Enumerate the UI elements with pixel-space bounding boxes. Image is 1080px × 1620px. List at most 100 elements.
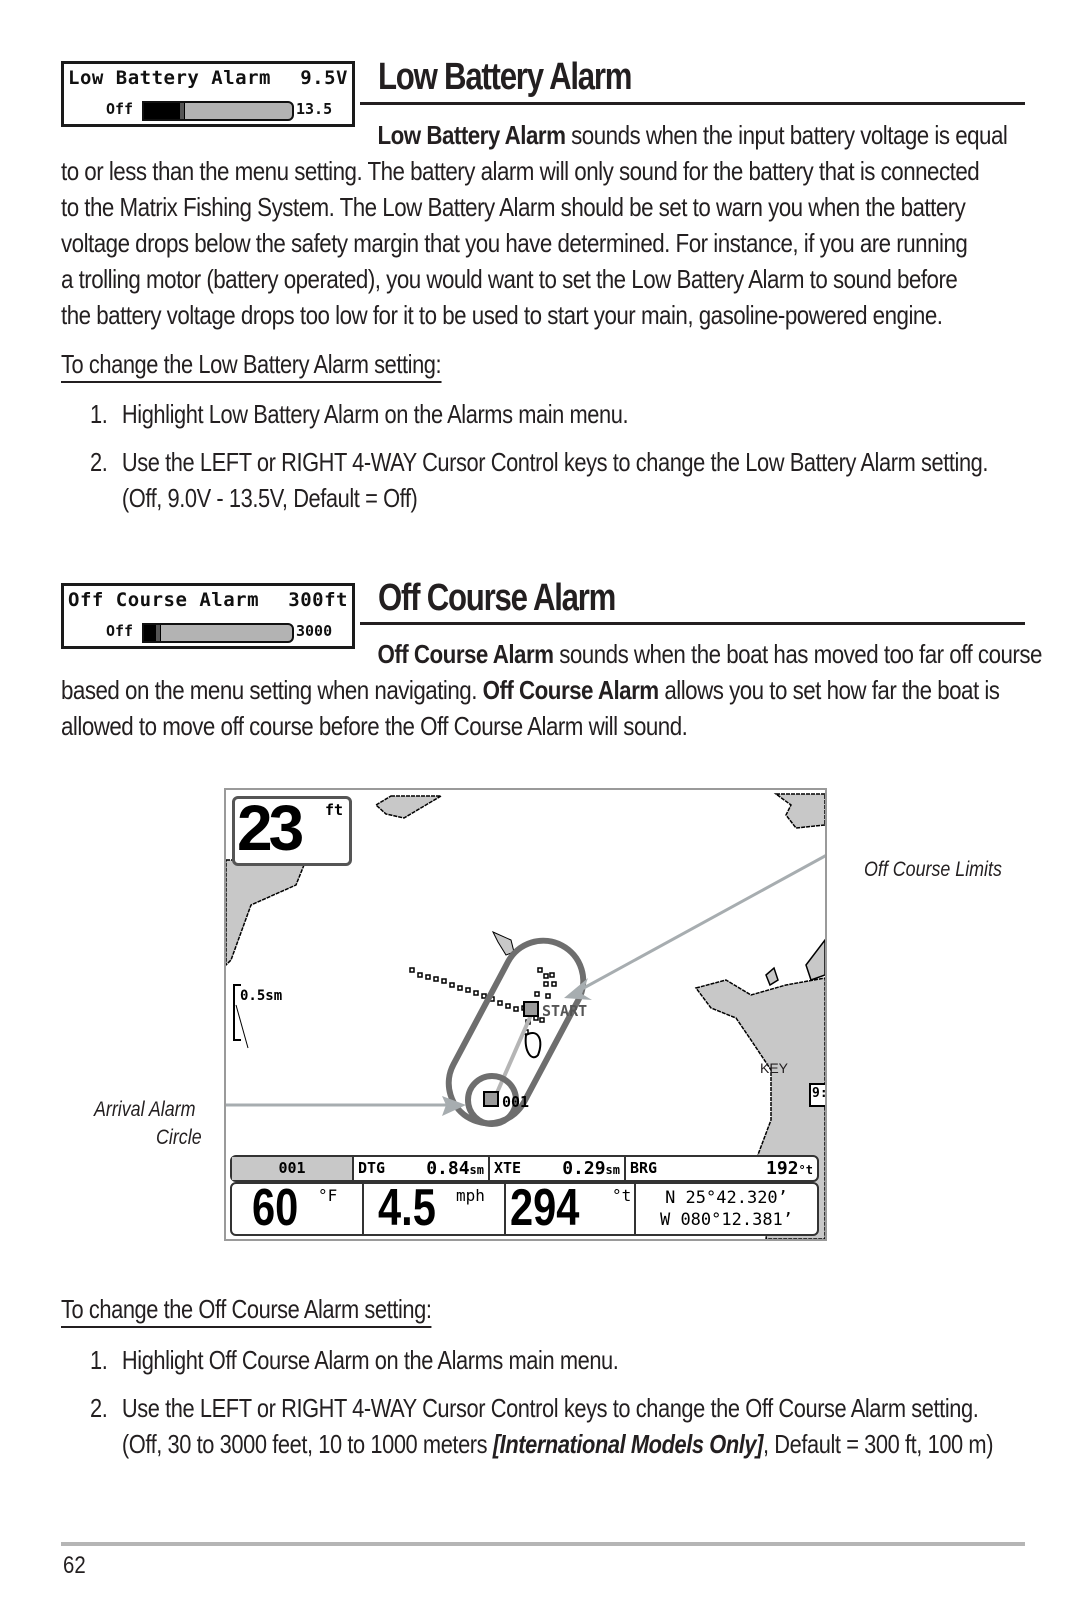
heading-unit: °t bbox=[612, 1186, 632, 1205]
longitude: W 080°12.381’ bbox=[659, 1210, 794, 1230]
speed-unit: mph bbox=[456, 1186, 485, 1205]
menu-value: 300ft bbox=[288, 589, 348, 611]
slider-max-label: 13.5 bbox=[296, 100, 333, 118]
heading-rule bbox=[360, 622, 1025, 625]
xte-value: 0.29 bbox=[562, 1158, 606, 1179]
step-number: 2. bbox=[90, 1393, 108, 1423]
body-line: a trolling motor (battery operated), you… bbox=[61, 264, 958, 294]
slider-min-label: Off bbox=[106, 100, 134, 118]
temp-value: 60 bbox=[252, 1179, 299, 1237]
intro-bold: Low Battery Alarm bbox=[377, 120, 566, 150]
intro-bold: Off Course Alarm bbox=[377, 639, 554, 669]
dtg-label: DTG bbox=[358, 1159, 386, 1177]
start-label: START bbox=[542, 1002, 588, 1020]
position-readout: N 25°42.320’ W 080°12.381’ bbox=[636, 1184, 817, 1234]
speed-readout: 4.5 mph bbox=[364, 1179, 506, 1237]
inline-bold-italic: [International Models Only] bbox=[492, 1429, 764, 1459]
body-line: based on the menu setting when navigatin… bbox=[61, 672, 1000, 708]
xte-unit: sm bbox=[605, 1163, 620, 1177]
coast-line bbox=[235, 1004, 249, 1049]
step-number: 2. bbox=[90, 447, 108, 477]
text: , Default = 300 ft, 100 m) bbox=[762, 1429, 994, 1459]
body-line: the battery voltage drops too low for it… bbox=[61, 300, 943, 330]
step-number: 1. bbox=[90, 399, 108, 429]
off-course-limits-callout: Off Course Limits bbox=[864, 858, 1002, 881]
start-marker bbox=[523, 1001, 539, 1017]
intro-rest: sounds when the input battery voltage is… bbox=[565, 120, 1008, 150]
depth-value: 23 bbox=[237, 792, 304, 864]
arrival-alarm-callout: Arrival Alarm bbox=[94, 1098, 196, 1121]
off-course-description: Off Course Alarm sounds when the boat ha… bbox=[61, 636, 1042, 744]
brg-unit: °t bbox=[798, 1163, 813, 1177]
dtg-value: 0.84 bbox=[426, 1158, 470, 1179]
step-item: 2. Use the LEFT or RIGHT 4-WAY Cursor Con… bbox=[90, 444, 988, 516]
temp-unit: °F bbox=[318, 1186, 338, 1205]
inline-bold: Off Course Alarm bbox=[482, 675, 660, 705]
text: (Off, 30 to 3000 feet, 10 to 1000 meters bbox=[121, 1429, 493, 1459]
speed-value: 4.5 bbox=[378, 1179, 436, 1237]
land-mass bbox=[765, 966, 779, 987]
heading-value: 294 bbox=[510, 1179, 580, 1237]
text: based on the menu setting when navigatin… bbox=[61, 675, 483, 705]
nav-brg-cell: BRG 192°t bbox=[626, 1157, 817, 1180]
intro-line: Low Battery Alarm sounds when the input … bbox=[61, 117, 1007, 153]
key-label: KEY bbox=[760, 1060, 789, 1076]
low-battery-description: Low Battery Alarm sounds when the input … bbox=[61, 117, 1025, 333]
body-line: allowed to move off course before the Of… bbox=[61, 711, 688, 741]
body-line: voltage drops below the safety margin th… bbox=[61, 228, 968, 258]
heading-rule bbox=[360, 102, 1025, 105]
readouts-bar: 60 °F 4.5 mph 294 °t N 25°42.320’ W 080°… bbox=[230, 1179, 819, 1237]
xte-label: XTE bbox=[494, 1159, 522, 1177]
step-text: Highlight Low Battery Alarm on the Alarm… bbox=[121, 399, 629, 429]
step-item: 1. Highlight Off Course Alarm on the Alar… bbox=[90, 1342, 619, 1378]
text: allows you to set how far the boat is bbox=[658, 675, 1000, 705]
section-heading-off-course: Off Course Alarm bbox=[378, 577, 616, 619]
step-item: 2. Use the LEFT or RIGHT 4-WAY Cursor Con… bbox=[90, 1390, 993, 1462]
off-course-callout-line bbox=[570, 854, 825, 997]
footer-rule bbox=[61, 1542, 1025, 1546]
waypoint-marker bbox=[483, 1091, 499, 1107]
chart-screen-figure: 23 ft 0.5sm START 001 KEY 9: 001 DTG 0.84… bbox=[224, 788, 827, 1241]
edge-label: 9: bbox=[812, 1086, 827, 1101]
brg-value: 192 bbox=[766, 1158, 799, 1179]
menu-value: 9.5V bbox=[300, 67, 348, 89]
menu-title: Off Course Alarm bbox=[68, 589, 260, 611]
step-text: Highlight Off Course Alarm on the Alarms… bbox=[121, 1345, 619, 1375]
scale-label: 0.5sm bbox=[240, 988, 283, 1004]
latitude: N 25°42.320’ bbox=[665, 1188, 788, 1208]
procedure-heading-low-battery: To change the Low Battery Alarm setting: bbox=[61, 349, 442, 383]
intro-line: Off Course Alarm sounds when the boat ha… bbox=[61, 636, 1042, 672]
step-continuation: (Off, 30 to 3000 feet, 10 to 1000 meters… bbox=[90, 1426, 994, 1462]
step-text: Use the LEFT or RIGHT 4-WAY Cursor Contr… bbox=[121, 1393, 979, 1423]
dtg-unit: sm bbox=[469, 1163, 484, 1177]
boat-icon bbox=[524, 1032, 542, 1059]
intro-rest: sounds when the boat has moved too far o… bbox=[553, 639, 1042, 669]
step-text: Use the LEFT or RIGHT 4-WAY Cursor Contr… bbox=[121, 447, 989, 477]
waypoint-label: 001 bbox=[502, 1093, 530, 1111]
arrival-alarm-callout-line2: Circle bbox=[156, 1126, 202, 1149]
nav-waypoint-cell: 001 bbox=[232, 1157, 354, 1180]
nav-dtg-cell: DTG 0.84sm bbox=[354, 1157, 490, 1180]
depth-unit: ft bbox=[324, 801, 343, 819]
section-heading-low-battery: Low Battery Alarm bbox=[378, 56, 632, 98]
heading-readout: 294 °t bbox=[506, 1179, 636, 1237]
islet bbox=[491, 930, 515, 956]
step-item: 1. Highlight Low Battery Alarm on the Ala… bbox=[90, 396, 629, 432]
step-continuation: (Off, 9.0V - 13.5V, Default = Off) bbox=[121, 483, 418, 513]
step-number: 1. bbox=[90, 1345, 108, 1375]
land-mass bbox=[226, 859, 308, 967]
brg-label: BRG bbox=[630, 1159, 658, 1177]
land-mass bbox=[374, 795, 444, 819]
land-mass bbox=[805, 938, 825, 981]
depth-readout: 23 ft bbox=[232, 792, 352, 866]
land-mass bbox=[773, 793, 825, 829]
nav-xte-cell: XTE 0.29sm bbox=[490, 1157, 626, 1180]
arrow-head bbox=[564, 978, 592, 1000]
body-line: to or less than the menu setting. The ba… bbox=[61, 156, 980, 186]
route-line bbox=[494, 1014, 533, 1096]
temperature-readout: 60 °F bbox=[232, 1179, 364, 1237]
page-number: 62 bbox=[63, 1552, 86, 1579]
body-line: to the Matrix Fishing System. The Low Ba… bbox=[61, 192, 966, 222]
nav-waypoint: 001 bbox=[278, 1159, 306, 1177]
menu-title: Low Battery Alarm bbox=[68, 67, 271, 89]
